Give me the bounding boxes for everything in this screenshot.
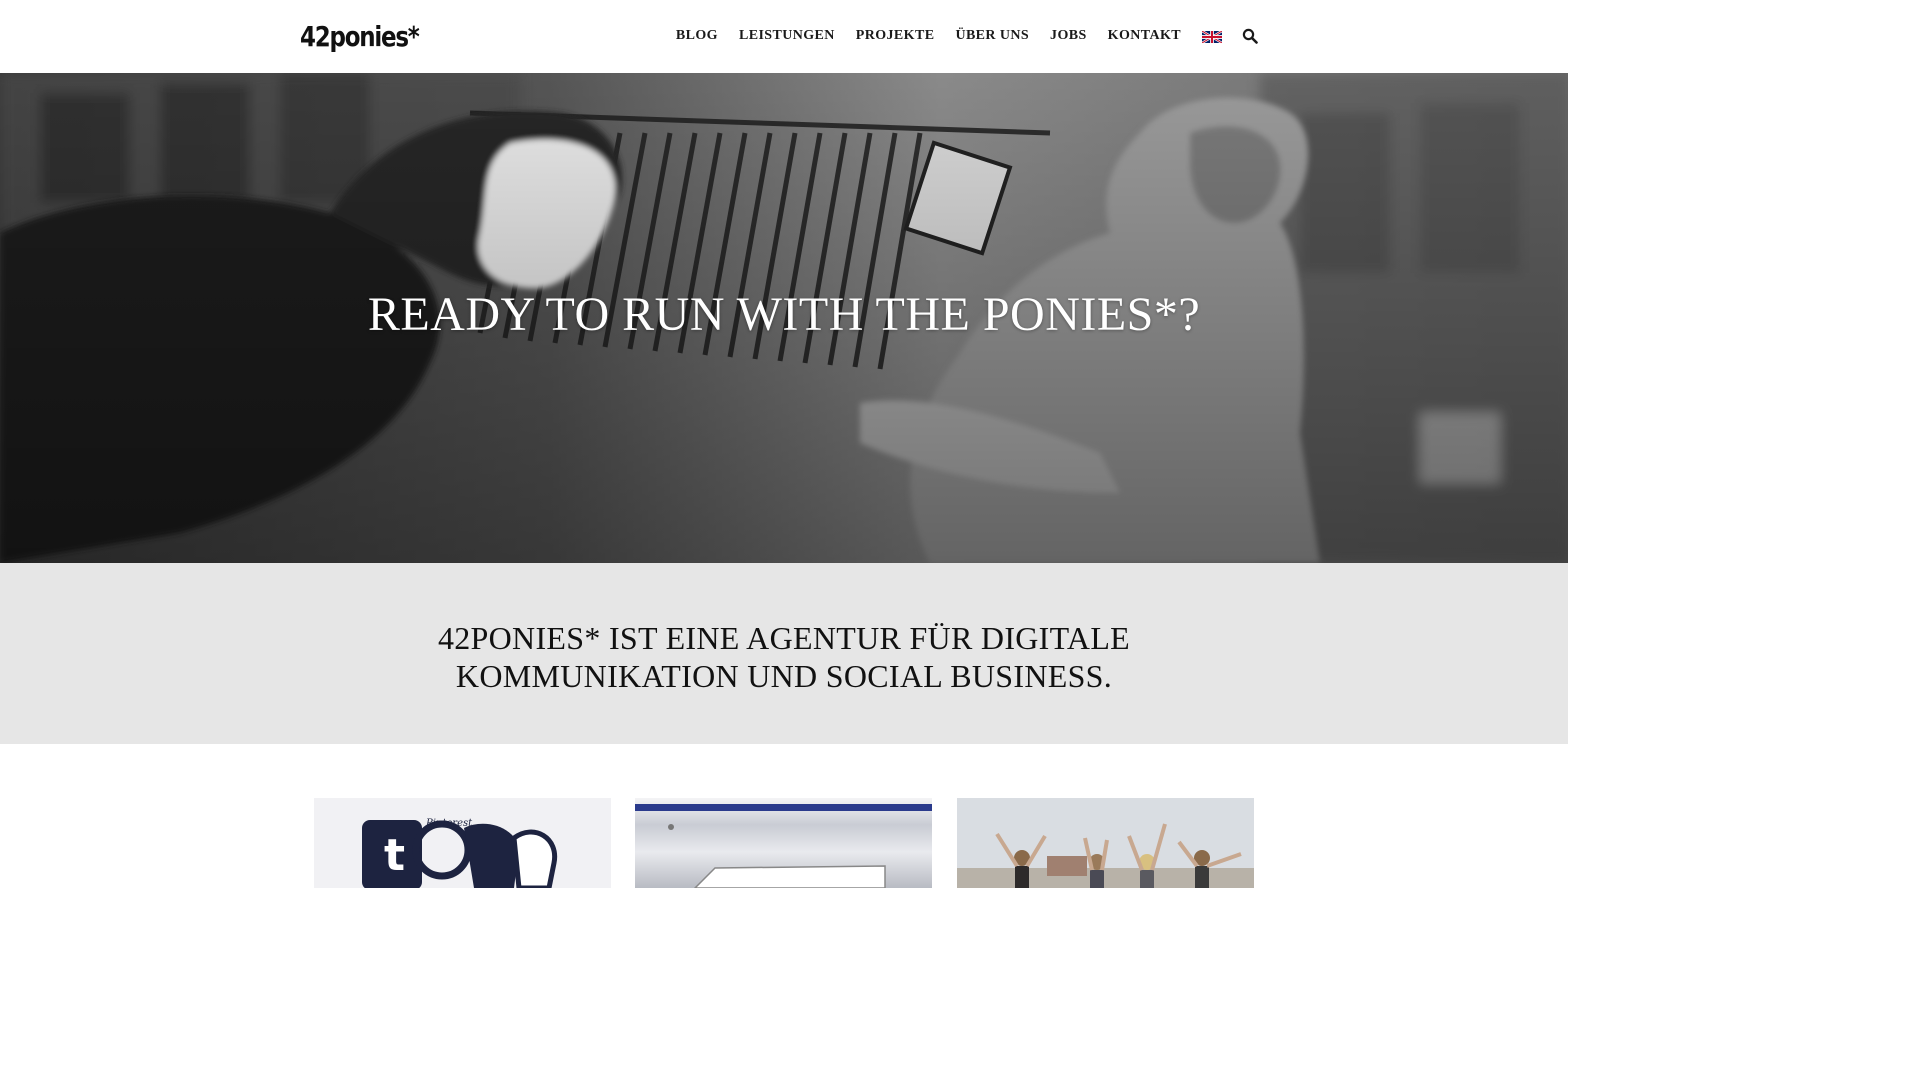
nav-item-blog[interactable]: BLOG (676, 28, 718, 44)
nav-item-leistungen[interactable]: LEISTUNGEN (739, 28, 835, 44)
social-media-logos-image: t Pinterest (314, 798, 611, 888)
search-icon[interactable] (1242, 28, 1258, 44)
car-detail-tile[interactable] (635, 798, 932, 888)
nav-item-kontakt[interactable]: KONTAKT (1108, 28, 1181, 44)
logo[interactable]: 42ponies* (300, 18, 445, 54)
svg-text:t: t (384, 830, 405, 881)
uk-flag-icon[interactable] (1201, 29, 1223, 45)
pinterest-label: Pinterest (425, 818, 473, 829)
main-nav: BLOG LEISTUNGEN PROJEKTE ÜBER UNS JOBS K… (655, 24, 1258, 48)
nav-item-ueber-uns[interactable]: ÜBER UNS (955, 28, 1029, 44)
team-jumping-tile[interactable] (957, 798, 1254, 888)
team-jumping-image (957, 798, 1254, 888)
nav-item-jobs[interactable]: JOBS (1050, 28, 1087, 44)
intro-line-1: 42PONIES* IST EINE AGENTUR FÜR DIGITALE (437, 620, 1131, 656)
site-header: 42ponies* BLOG LEISTUNGEN PROJEKTE ÜBER … (0, 0, 1568, 73)
social-media-logos-tile[interactable]: t Pinterest (314, 798, 611, 888)
hero-banner: READY TO RUN WITH THE PONIES*? (0, 73, 1568, 563)
hero-title: READY TO RUN WITH THE PONIES*? (367, 288, 1201, 341)
intro-section: 42PONIES* IST EINE AGENTUR FÜR DIGITALE … (0, 563, 1568, 744)
intro-text: 42PONIES* IST EINE AGENTUR FÜR DIGITALE … (0, 619, 1568, 695)
nav-item-projekte[interactable]: PROJEKTE (856, 28, 935, 44)
project-tiles: t Pinterest (0, 744, 1568, 888)
logo-text: 42ponies* (300, 19, 420, 53)
car-detail-image (635, 798, 932, 888)
intro-line-2: KOMMUNIKATION UND SOCIAL BUSINESS. (455, 658, 1113, 694)
